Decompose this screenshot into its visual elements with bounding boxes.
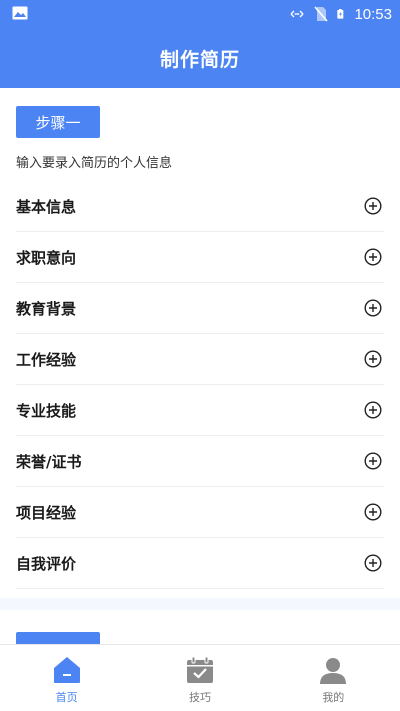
add-circle-icon[interactable] — [364, 503, 382, 521]
resume-section-list: 基本信息 求职意向 教育背景 工作经验 专业技能 荣誉/证书 项目经验 自我评价 — [16, 181, 384, 589]
section-row-honors[interactable]: 荣誉/证书 — [16, 436, 384, 487]
tab-mine[interactable]: 我的 — [267, 645, 400, 711]
user-icon — [320, 658, 347, 684]
calendar-check-icon — [186, 656, 213, 683]
tab-label: 首页 — [55, 691, 78, 704]
bottom-tab-bar: 首页 技巧 我的 — [0, 644, 400, 711]
status-bar: 10:53 — [0, 0, 400, 28]
section-row-self-evaluation[interactable]: 自我评价 — [16, 538, 384, 589]
section-row-work-experience[interactable]: 工作经验 — [16, 334, 384, 385]
clock: 10:53 — [354, 5, 392, 23]
data-arrows-icon — [290, 10, 304, 18]
add-circle-icon[interactable] — [364, 299, 382, 317]
add-circle-icon[interactable] — [364, 554, 382, 572]
add-circle-icon[interactable] — [364, 401, 382, 419]
section-label: 自我评价 — [16, 554, 77, 573]
add-circle-icon[interactable] — [364, 350, 382, 368]
section-label: 教育背景 — [16, 299, 77, 318]
page-title: 制作简历 — [159, 48, 240, 71]
section-row-projects[interactable]: 项目经验 — [16, 487, 384, 538]
main-content[interactable]: 步骤一 输入要录入简历的个人信息 基本信息 求职意向 教育背景 工作经验 专业技… — [0, 88, 400, 644]
section-label: 工作经验 — [16, 350, 77, 369]
step2-button[interactable] — [16, 632, 100, 644]
section-label: 专业技能 — [16, 401, 77, 420]
section-label: 求职意向 — [16, 248, 77, 267]
section-row-basic-info[interactable]: 基本信息 — [16, 181, 384, 232]
section-row-skills[interactable]: 专业技能 — [16, 385, 384, 436]
tab-tips[interactable]: 技巧 — [133, 645, 266, 711]
battery-charging-icon — [337, 9, 344, 19]
image-notification-icon — [12, 6, 28, 20]
section-label: 项目经验 — [16, 503, 77, 522]
section-label: 荣誉/证书 — [16, 452, 82, 471]
tab-label: 技巧 — [188, 691, 211, 704]
tab-label: 我的 — [322, 691, 345, 704]
step1-button[interactable]: 步骤一 — [16, 106, 100, 138]
add-circle-icon[interactable] — [364, 452, 382, 470]
step2-card — [0, 610, 400, 644]
section-row-job-intention[interactable]: 求职意向 — [16, 232, 384, 283]
add-circle-icon[interactable] — [364, 248, 382, 266]
home-icon — [53, 657, 80, 683]
no-sim-icon — [314, 6, 329, 22]
section-row-education[interactable]: 教育背景 — [16, 283, 384, 334]
app-header: 制作简历 — [0, 28, 400, 88]
step1-card: 步骤一 输入要录入简历的个人信息 基本信息 求职意向 教育背景 工作经验 专业技… — [0, 88, 400, 598]
add-circle-icon[interactable] — [364, 197, 382, 215]
tab-home[interactable]: 首页 — [0, 645, 133, 711]
section-label: 基本信息 — [16, 197, 77, 216]
step1-subtitle: 输入要录入简历的个人信息 — [16, 156, 173, 171]
